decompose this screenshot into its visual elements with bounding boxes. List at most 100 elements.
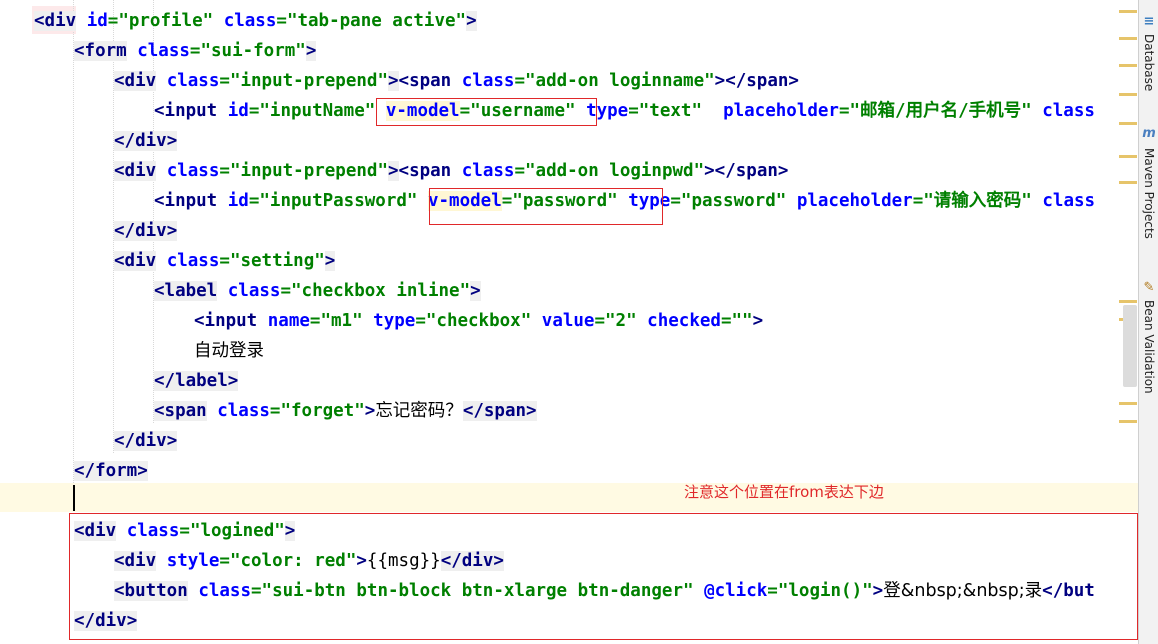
stripe-mark[interactable] bbox=[1119, 93, 1137, 96]
code-line[interactable]: </label> bbox=[154, 366, 239, 396]
code-token: class bbox=[166, 71, 220, 91]
code-line[interactable]: </form> bbox=[74, 456, 148, 486]
code-line[interactable]: <input id="inputName" v-model="username"… bbox=[154, 96, 1095, 126]
tool-tab-bean-validation[interactable]: ✎ Bean Validation bbox=[1139, 280, 1158, 400]
code-token: <button bbox=[114, 581, 188, 601]
code-token: > bbox=[872, 581, 884, 601]
code-line[interactable]: <div class="logined"> bbox=[74, 516, 296, 546]
stripe-mark[interactable] bbox=[1119, 122, 1137, 125]
code-token: </label bbox=[154, 371, 228, 391]
code-token: "setting" bbox=[229, 251, 325, 271]
tool-tab-label: Database bbox=[1142, 34, 1156, 92]
tool-tab-database[interactable]: ≡ Database bbox=[1139, 14, 1158, 96]
code-token: = bbox=[459, 101, 471, 121]
code-token: class bbox=[1042, 191, 1096, 211]
code-token: "username" bbox=[470, 101, 576, 121]
stripe-mark[interactable] bbox=[1119, 181, 1137, 184]
code-token: "邮箱/用户名/手机号" bbox=[849, 101, 1032, 121]
code-token: > bbox=[137, 461, 148, 481]
tool-tab-maven[interactable]: m Maven Projects bbox=[1139, 126, 1158, 246]
code-token: <input bbox=[154, 191, 218, 211]
code-token: class bbox=[461, 71, 515, 91]
code-token: 忘记密码？ bbox=[375, 401, 463, 421]
code-line[interactable]: </div> bbox=[114, 426, 178, 456]
code-token: > bbox=[126, 611, 138, 631]
code-token: class bbox=[223, 11, 277, 31]
code-token: "" bbox=[731, 311, 753, 331]
code-line[interactable]: <div class="setting"> bbox=[114, 246, 336, 276]
code-token: "m1" bbox=[320, 311, 363, 331]
code-token: = bbox=[514, 161, 525, 181]
code-line[interactable]: <label class="checkbox inline"> bbox=[154, 276, 481, 306]
code-token: </div bbox=[114, 131, 167, 151]
tool-tab-label: Maven Projects bbox=[1142, 148, 1156, 239]
code-line[interactable]: <div class="input-prepend"><span class="… bbox=[114, 66, 799, 96]
right-tool-window-bar: ≡ Database m Maven Projects ✎ Bean Valid… bbox=[1138, 0, 1158, 644]
code-token: = bbox=[251, 581, 262, 601]
stripe-mark[interactable] bbox=[1119, 37, 1137, 40]
code-line[interactable]: <div style="color: red">{{msg}}</div> bbox=[114, 546, 504, 576]
code-line[interactable]: <div id="profile" class="tab-pane active… bbox=[34, 6, 477, 36]
code-token: class bbox=[137, 41, 190, 61]
code-token: 自动登录 bbox=[194, 341, 264, 361]
code-line[interactable]: <div class="input-prepend"><span class="… bbox=[114, 156, 788, 186]
code-token: v-model bbox=[385, 101, 460, 121]
maven-icon: m bbox=[1142, 126, 1156, 141]
code-token: </div bbox=[440, 551, 494, 571]
code-token: = bbox=[628, 101, 639, 121]
code-token: "add-on loginpwd" bbox=[525, 161, 705, 181]
code-line[interactable]: </div> bbox=[74, 606, 138, 636]
code-token: = bbox=[219, 161, 230, 181]
stripe-mark[interactable] bbox=[1119, 300, 1137, 303]
code-token: = bbox=[670, 191, 681, 211]
code-token: > bbox=[704, 161, 715, 181]
code-line[interactable]: <input name="m1" type="checkbox" value="… bbox=[194, 306, 763, 336]
code-token: id bbox=[86, 11, 108, 31]
stripe-mark[interactable] bbox=[1119, 420, 1137, 423]
stripe-mark[interactable] bbox=[1119, 155, 1137, 158]
code-line[interactable]: 自动登录 bbox=[194, 336, 264, 366]
code-token: <div bbox=[114, 71, 157, 91]
current-line-highlight bbox=[0, 483, 1138, 512]
code-token: <label bbox=[154, 281, 218, 301]
code-line[interactable]: <form class="sui-form"> bbox=[74, 36, 317, 66]
code-token: class bbox=[1042, 101, 1095, 121]
stripe-mark[interactable] bbox=[1119, 64, 1137, 67]
code-line[interactable]: <span class="forget">忘记密码？</span> bbox=[154, 396, 537, 426]
code-token: > bbox=[364, 401, 376, 421]
code-token: = bbox=[767, 581, 778, 601]
stripe-mark[interactable] bbox=[1119, 10, 1137, 13]
code-editor[interactable]: <div id="profile" class="tab-pane active… bbox=[0, 0, 1138, 644]
code-line[interactable]: <button class="sui-btn btn-block btn-xla… bbox=[114, 576, 1095, 606]
stripe-mark[interactable] bbox=[1119, 402, 1137, 405]
code-token: name bbox=[267, 311, 310, 331]
code-line[interactable]: </div> bbox=[114, 216, 178, 246]
code-line[interactable]: </div> bbox=[114, 126, 178, 156]
code-line[interactable]: <input id="inputPassword" v-model="passw… bbox=[154, 186, 1095, 216]
code-token: "inputName" bbox=[259, 101, 376, 121]
code-token: "color: red" bbox=[229, 551, 357, 571]
vertical-scrollbar-thumb[interactable] bbox=[1123, 305, 1137, 387]
code-token: @click bbox=[704, 581, 768, 601]
code-token: </div bbox=[114, 431, 167, 451]
code-token: > bbox=[305, 41, 317, 61]
code-token: <input bbox=[154, 101, 218, 121]
code-token: > bbox=[356, 551, 367, 571]
code-token: "sui-form" bbox=[200, 41, 306, 61]
code-token: > bbox=[777, 161, 789, 181]
code-token: <input bbox=[194, 311, 258, 331]
code-token: > bbox=[526, 401, 537, 421]
